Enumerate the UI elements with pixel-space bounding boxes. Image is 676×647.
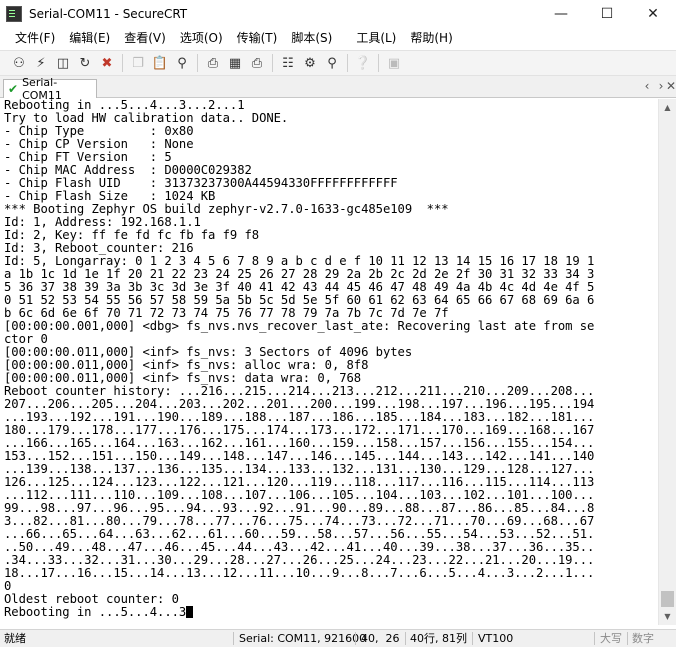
status-connection: Serial: COM11, 921600 xyxy=(239,632,367,645)
status-bar: 就绪 Serial: COM11, 921600 40, 26 40行, 81列… xyxy=(0,629,676,647)
sftp-icon[interactable]: ▣ xyxy=(383,52,405,74)
status-ready: 就绪 xyxy=(4,632,26,645)
status-emulation: VT100 xyxy=(478,632,514,645)
status-cursor-position: 40, 26 xyxy=(361,632,400,645)
terminal-line-current: Rebooting in ...5...4...3 xyxy=(4,606,658,619)
toolbar-divider xyxy=(122,54,123,72)
printer-icon[interactable]: ⎙ xyxy=(246,52,268,74)
securecrt-app-icon[interactable] xyxy=(6,5,22,22)
toolbar-divider xyxy=(347,54,348,72)
status-divider xyxy=(594,632,595,645)
connect-icon[interactable]: ⚇ xyxy=(8,52,30,74)
scrollbar-thumb[interactable] xyxy=(661,591,674,607)
menu-script[interactable]: 脚本(S) xyxy=(284,27,339,49)
menu-options[interactable]: 选项(O) xyxy=(173,27,230,49)
tab-close-icon[interactable]: ✕ xyxy=(664,79,676,93)
terminal-line: 18...17...16...15...14...13...12...11...… xyxy=(4,566,595,580)
terminal-output[interactable]: Rebooting in ...5...4...3...2...1 Try to… xyxy=(0,99,658,625)
connected-check-icon: ✔ xyxy=(8,82,19,96)
window-title: Serial-COM11 - SecureCRT xyxy=(29,6,188,21)
tab-scroll-left-icon[interactable]: ‹ xyxy=(640,79,654,93)
status-num-lock: 数字 xyxy=(632,632,654,645)
minimize-button[interactable]: — xyxy=(538,0,584,27)
status-divider xyxy=(627,632,628,645)
menu-file[interactable]: 文件(F) xyxy=(8,27,62,49)
title-bar: Serial-COM11 - SecureCRT — ☐ ✕ xyxy=(0,0,676,27)
toolbar-divider xyxy=(272,54,273,72)
status-caps-lock: 大写 xyxy=(600,632,622,645)
menu-edit[interactable]: 编辑(E) xyxy=(62,27,117,49)
find-icon[interactable]: ⚲ xyxy=(171,52,193,74)
print-icon[interactable]: ⎙ xyxy=(202,52,224,74)
toolbar-divider xyxy=(197,54,198,72)
session-tab-bar: ✔ Serial-COM11 ‹ › ✕ xyxy=(0,76,676,102)
window-controls: — ☐ ✕ xyxy=(538,0,676,27)
quick-connect-icon[interactable]: ⚡ xyxy=(30,52,52,74)
menu-view[interactable]: 查看(V) xyxy=(117,27,173,49)
status-divider xyxy=(355,632,356,645)
terminal-cursor xyxy=(186,606,194,618)
copy-icon[interactable]: ❐ xyxy=(127,52,149,74)
global-options-icon[interactable]: ⚙ xyxy=(299,52,321,74)
tab-serial-com11[interactable]: ✔ Serial-COM11 xyxy=(3,76,97,102)
status-divider xyxy=(472,632,473,645)
status-rows-cols: 40行, 81列 xyxy=(410,632,467,645)
maximize-button[interactable]: ☐ xyxy=(584,0,630,27)
status-divider xyxy=(405,632,406,645)
toolbar: ⚇ ⚡ ◫ ↻ ✖ ❐ 📋 ⚲ ⎙ ▦ ⎙ ☷ ⚙ ⚲ ❔ ▣ xyxy=(0,50,676,76)
close-button[interactable]: ✕ xyxy=(630,0,676,27)
menu-tools[interactable]: 工具(L) xyxy=(349,27,403,49)
scroll-down-icon[interactable]: ▼ xyxy=(659,608,676,625)
disconnect-icon[interactable]: ✖ xyxy=(96,52,118,74)
keymap-icon[interactable]: ⚲ xyxy=(321,52,343,74)
terminal-line: [00:00:00.001,000] <dbg> fs_nvs.nvs_reco… xyxy=(4,319,595,333)
scroll-up-icon[interactable]: ▲ xyxy=(659,99,676,116)
reconnect-icon[interactable]: ↻ xyxy=(74,52,96,74)
terminal-line-text: Rebooting in ...5...4...3 xyxy=(4,605,187,619)
toolbar-divider xyxy=(378,54,379,72)
terminal-scrollbar[interactable]: ▲ ▼ xyxy=(658,99,676,625)
menu-transfer[interactable]: 传输(T) xyxy=(230,27,285,49)
session-options-icon[interactable]: ☷ xyxy=(277,52,299,74)
status-divider xyxy=(233,632,234,645)
help-icon[interactable]: ❔ xyxy=(352,52,374,74)
menu-bar: 文件(F) 编辑(E) 查看(V) 选项(O) 传输(T) 脚本(S) 工具(L… xyxy=(0,27,676,49)
paste-icon[interactable]: 📋 xyxy=(149,52,171,74)
connect-tab-icon[interactable]: ◫ xyxy=(52,52,74,74)
print-selection-icon[interactable]: ▦ xyxy=(224,52,246,74)
menu-help[interactable]: 帮助(H) xyxy=(403,27,459,49)
